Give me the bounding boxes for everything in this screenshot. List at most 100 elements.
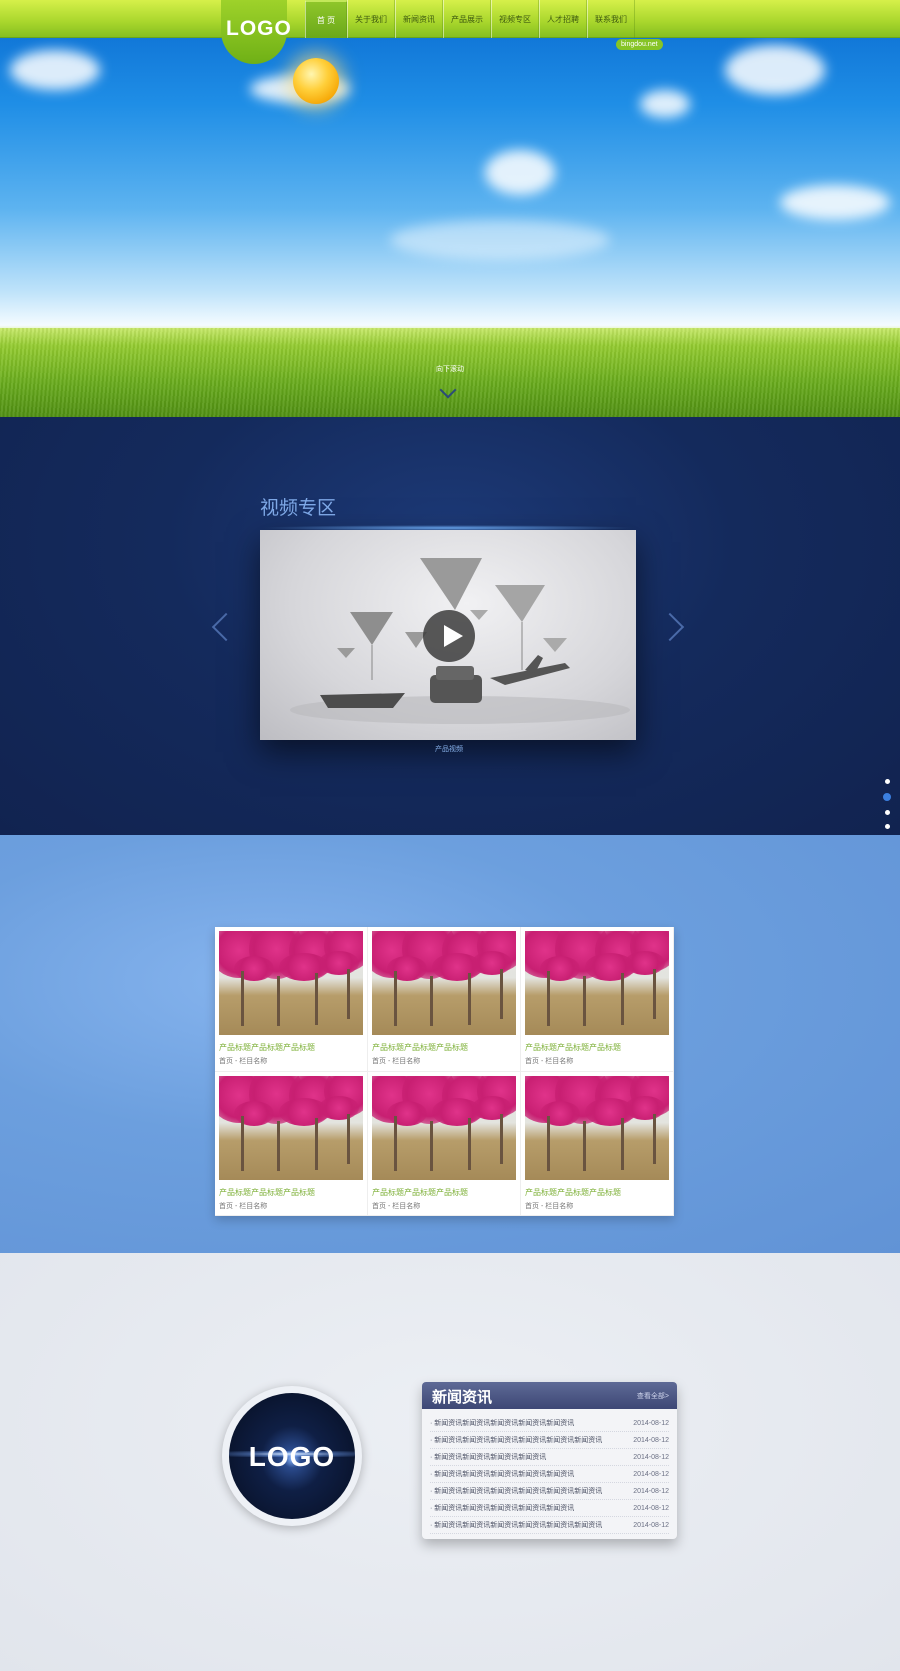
tree-trunk	[394, 1115, 397, 1171]
nav-item-about[interactable]: 关于我们	[347, 0, 395, 38]
news-item-title[interactable]: · 新闻资讯新闻资讯新闻资讯新闻资讯新闻资讯新闻资讯	[430, 1486, 602, 1496]
news-list: · 新闻资讯新闻资讯新闻资讯新闻资讯新闻资讯 2014-08-12 · 新闻资讯新闻…	[422, 1409, 677, 1534]
tree-trunk	[347, 1113, 350, 1164]
tree-trunk	[430, 1120, 433, 1171]
news-item-title[interactable]: · 新闻资讯新闻资讯新闻资讯新闻资讯新闻资讯新闻资讯	[430, 1435, 602, 1445]
tree-trunk	[241, 1115, 244, 1171]
news-item[interactable]: · 新闻资讯新闻资讯新闻资讯新闻资讯新闻资讯新闻资讯 2014-08-12	[430, 1432, 669, 1449]
product-title[interactable]: 产品标题产品标题产品标题	[219, 1187, 363, 1198]
tree-trunk	[621, 973, 624, 1025]
page-dot[interactable]	[884, 810, 890, 815]
news-item[interactable]: · 新闻资讯新闻资讯新闻资讯新闻资讯新闻资讯新闻资讯 2014-08-12	[430, 1517, 669, 1534]
news-title: 新闻资讯	[432, 1389, 493, 1406]
earth-graphic: LOGO	[229, 1393, 355, 1519]
page-dot[interactable]	[884, 824, 890, 829]
cloud	[485, 150, 555, 195]
cloud	[10, 50, 100, 90]
video-caption: 产品视频	[435, 746, 463, 753]
product-meta: 首页 - 栏目名称	[219, 1202, 268, 1210]
tree-trunk	[547, 971, 550, 1026]
product-title[interactable]: 产品标题产品标题产品标题	[219, 1042, 363, 1053]
tree-blossom	[387, 1100, 427, 1126]
product-card[interactable]: 产品标题产品标题产品标题首页 - 栏目名称	[521, 927, 674, 1072]
product-meta: 首页 - 栏目名称	[525, 1202, 574, 1210]
cloud	[640, 90, 690, 118]
product-card[interactable]: 产品标题产品标题产品标题 首页 - 栏目名称	[521, 1071, 674, 1216]
news-item[interactable]: · 新闻资讯新闻资讯新闻资讯新闻资讯 2014-08-12	[430, 1449, 669, 1466]
tree-trunk	[583, 1120, 586, 1171]
product-card[interactable]: 产品标题产品标题产品标题 首页 - 栏目名称	[215, 927, 368, 1072]
news-item-title[interactable]: · 新闻资讯新闻资讯新闻资讯新闻资讯新闻资讯	[430, 1418, 574, 1428]
tree-blossom	[234, 956, 274, 981]
product-card[interactable]: 产品标题产品标题产品标题 首页 - 栏目名称	[368, 1071, 521, 1216]
tree-blossom	[540, 956, 580, 981]
tree-trunk	[315, 1117, 318, 1170]
product-image[interactable]	[525, 931, 669, 1035]
tree-blossom	[625, 1095, 665, 1120]
tree-trunk	[583, 976, 586, 1026]
main-nav: 首 页 关于我们 新闻资讯 产品展示 视频专区 人才招聘 联系我们	[305, 0, 635, 38]
tree-trunk	[653, 969, 656, 1019]
news-item-title[interactable]: · 新闻资讯新闻资讯新闻资讯新闻资讯	[430, 1452, 546, 1462]
product-title[interactable]: 产品标题产品标题产品标题	[525, 1042, 669, 1053]
tree-trunk	[500, 969, 503, 1019]
news-item[interactable]: · 新闻资讯新闻资讯新闻资讯新闻资讯新闻资讯 2014-08-12	[430, 1415, 669, 1432]
tree-trunk	[621, 1117, 624, 1170]
news-more-link[interactable]: 查看全部>	[637, 1391, 669, 1401]
tree-trunk	[315, 973, 318, 1025]
products-section: 产品标题产品标题产品标题 首页 - 栏目名称 产品标题产品标题产品标题 首页 - 栏目…	[0, 835, 900, 1253]
product-image[interactable]	[372, 1075, 516, 1180]
news-item[interactable]: · 新闻资讯新闻资讯新闻资讯新闻资讯新闻资讯 2014-08-12	[430, 1500, 669, 1517]
tree-blossom	[472, 951, 512, 975]
nav-item-news[interactable]: 新闻资讯	[395, 0, 443, 38]
product-title[interactable]: 产品标题产品标题产品标题	[372, 1187, 516, 1198]
tree-blossom	[319, 951, 359, 975]
product-image[interactable]	[219, 931, 363, 1035]
site-tag[interactable]: bingdou.net	[616, 39, 663, 50]
news-item-title[interactable]: · 新闻资讯新闻资讯新闻资讯新闻资讯新闻资讯新闻资讯	[430, 1520, 602, 1530]
news-item-date: 2014-08-12	[633, 1504, 669, 1512]
nav-item-jobs[interactable]: 人才招聘	[539, 0, 587, 38]
chevron-left-icon[interactable]	[211, 612, 241, 642]
scroll-down-label[interactable]: 向下滚动	[436, 364, 464, 374]
tree-blossom	[234, 1100, 274, 1126]
product-card[interactable]: 产品标题产品标题产品标题首页 - 栏目名称	[368, 927, 521, 1072]
tree-trunk	[653, 1113, 656, 1164]
nav-item-contact[interactable]: 联系我们	[587, 0, 635, 38]
product-title[interactable]: 产品标题产品标题产品标题	[372, 1042, 516, 1053]
nav-item-products[interactable]: 产品展示	[443, 0, 491, 38]
product-image[interactable]	[372, 931, 516, 1035]
product-meta: 首页 - 栏目名称	[525, 1058, 574, 1065]
tree-blossom	[625, 951, 665, 975]
news-panel: 新闻资讯 查看全部> · 新闻资讯新闻资讯新闻资讯新闻资讯新闻资讯 2014-08…	[422, 1382, 677, 1539]
tree-blossom	[472, 1095, 512, 1120]
nav-item-video[interactable]: 视频专区	[491, 0, 539, 38]
news-item[interactable]: · 新闻资讯新闻资讯新闻资讯新闻资讯新闻资讯新闻资讯 2014-08-12	[430, 1483, 669, 1500]
site-logo[interactable]: LOGO	[226, 17, 292, 41]
news-item-date: 2014-08-12	[633, 1487, 669, 1495]
news-item-date: 2014-08-12	[633, 1436, 669, 1444]
hero-banner: LOGO 首 页 关于我们 新闻资讯 产品展示 视频专区 人才招聘 联系我们 b…	[0, 0, 900, 417]
news-item[interactable]: · 新闻资讯新闻资讯新闻资讯新闻资讯新闻资讯 2014-08-12	[430, 1466, 669, 1483]
news-section: LOGO 新闻资讯 查看全部> · 新闻资讯新闻资讯新闻资讯新闻资讯新闻资讯 20…	[0, 1253, 900, 1671]
news-item-title[interactable]: · 新闻资讯新闻资讯新闻资讯新闻资讯新闻资讯	[430, 1469, 574, 1479]
video-player[interactable]	[260, 530, 636, 740]
product-title[interactable]: 产品标题产品标题产品标题	[525, 1187, 669, 1198]
product-meta: 首页 - 栏目名称	[372, 1058, 421, 1065]
page-dot-active[interactable]	[883, 793, 891, 801]
company-logo-badge[interactable]: LOGO	[222, 1386, 362, 1526]
news-item-title[interactable]: · 新闻资讯新闻资讯新闻资讯新闻资讯新闻资讯	[430, 1503, 574, 1513]
nav-item-home[interactable]: 首 页	[305, 0, 347, 38]
badge-logo-text: LOGO	[248, 1441, 336, 1472]
page-dot[interactable]	[884, 779, 890, 784]
tree-trunk	[500, 1113, 503, 1164]
news-item-date: 2014-08-12	[633, 1470, 669, 1478]
chevron-right-icon[interactable]	[655, 612, 685, 642]
tree-trunk	[394, 971, 397, 1026]
play-icon[interactable]	[423, 610, 475, 662]
cloud	[725, 45, 825, 95]
tree-blossom	[540, 1100, 580, 1126]
product-image[interactable]	[525, 1075, 669, 1180]
product-image[interactable]	[219, 1075, 363, 1180]
product-card[interactable]: 产品标题产品标题产品标题 首页 - 栏目名称	[215, 1071, 368, 1216]
